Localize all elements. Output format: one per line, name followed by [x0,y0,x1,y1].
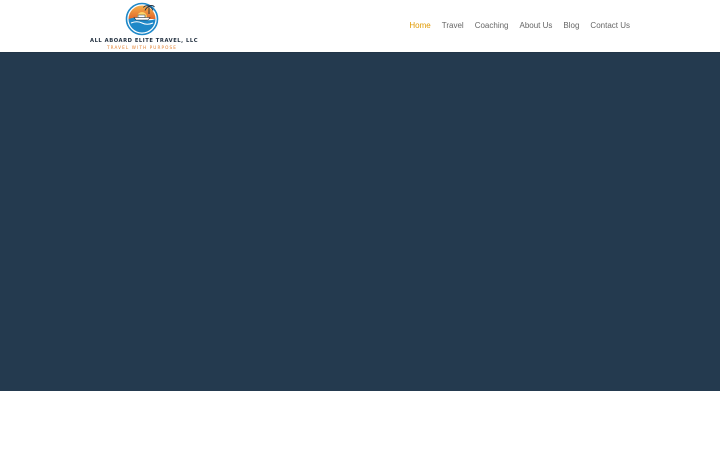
brand-tagline: TRAVEL WITH PURPOSE [106,45,177,50]
site-header: ALL ABOARD ELITE TRAVEL, LLC TRAVEL WITH… [0,0,720,52]
content-section [0,391,720,450]
hero-section [0,52,720,391]
nav-item-blog[interactable]: Blog [563,20,579,31]
nav-item-contact-us[interactable]: Contact Us [590,20,630,31]
site-logo[interactable]: ALL ABOARD ELITE TRAVEL, LLC TRAVEL WITH… [90,2,199,51]
nav-item-about-us[interactable]: About Us [520,20,553,31]
brand-name: ALL ABOARD ELITE TRAVEL, LLC [90,38,199,44]
nav-item-travel[interactable]: Travel [442,20,464,31]
nav-item-coaching[interactable]: Coaching [475,20,509,31]
sunset-cruise-logo-icon [125,2,159,36]
main-navigation: Home Travel Coaching About Us Blog Conta… [398,20,630,31]
nav-item-home[interactable]: Home [409,20,430,31]
